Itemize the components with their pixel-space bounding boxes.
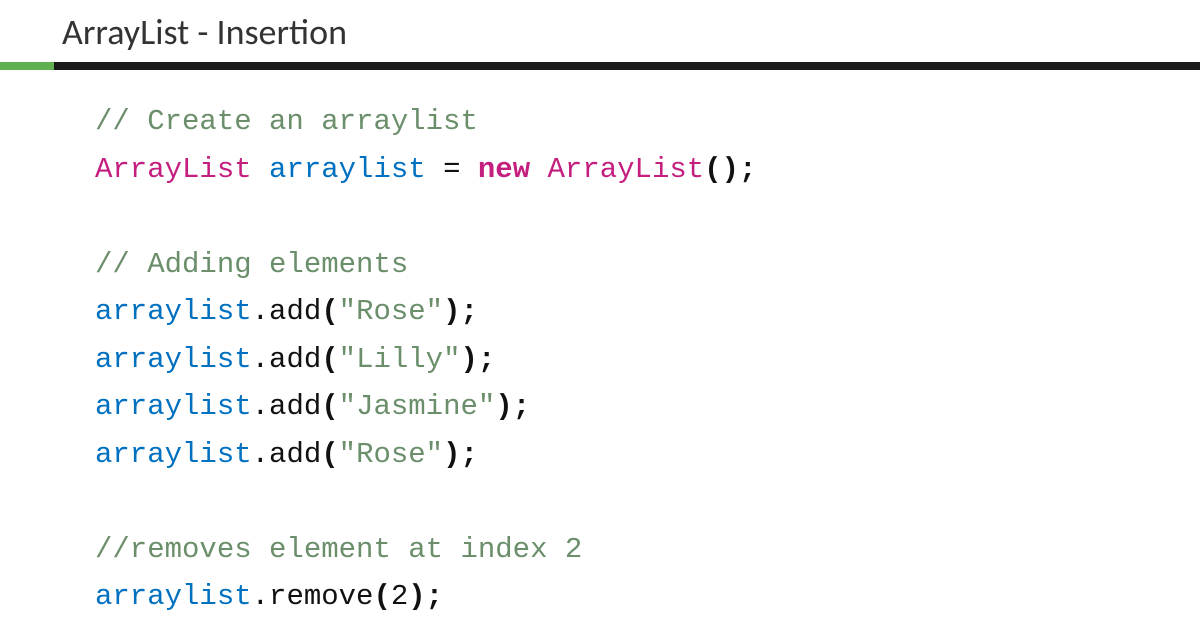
accent-bar: [0, 62, 54, 70]
code-line-comment: //removes element at index 2: [95, 526, 1200, 574]
code-line-remove: arraylist.remove(2);: [95, 573, 1200, 621]
variable-token: arraylist: [95, 580, 252, 613]
punct-token: (: [321, 438, 338, 471]
method-token: add: [269, 438, 321, 471]
dot-token: .: [252, 343, 269, 376]
variable-token: arraylist: [269, 153, 426, 186]
variable-token: arraylist: [95, 390, 252, 423]
comment-text: // Adding elements: [95, 248, 408, 281]
punct-token: );: [461, 343, 496, 376]
code-line-add: arraylist.add("Rose");: [95, 431, 1200, 479]
keyword-token: new: [478, 153, 530, 186]
variable-token: arraylist: [95, 295, 252, 328]
string-token: "Lilly": [339, 343, 461, 376]
variable-token: arraylist: [95, 438, 252, 471]
code-line-comment: // Create an arraylist: [95, 98, 1200, 146]
dot-token: .: [252, 580, 269, 613]
code-line-comment: // Adding elements: [95, 241, 1200, 289]
equals-token: =: [426, 153, 478, 186]
type-token: ArrayList: [548, 153, 705, 186]
punct-token: );: [495, 390, 530, 423]
code-line-add: arraylist.add("Lilly");: [95, 336, 1200, 384]
dark-bar: [54, 62, 1200, 70]
dot-token: .: [252, 390, 269, 423]
title-divider: [0, 62, 1200, 70]
string-token: "Jasmine": [339, 390, 496, 423]
punct-token: ();: [704, 153, 756, 186]
punct-token: );: [443, 438, 478, 471]
punct-token: (: [321, 343, 338, 376]
type-token: ArrayList: [95, 153, 252, 186]
method-token: add: [269, 390, 321, 423]
code-line-add: arraylist.add("Jasmine");: [95, 383, 1200, 431]
slide-title: ArrayList - Insertion: [0, 0, 1200, 62]
punct-token: );: [443, 295, 478, 328]
punct-token: );: [408, 580, 443, 613]
punct-token: (: [321, 390, 338, 423]
blank-line: [95, 193, 1200, 241]
blank-line: [95, 478, 1200, 526]
variable-token: arraylist: [95, 343, 252, 376]
method-token: add: [269, 295, 321, 328]
code-line-declaration: ArrayList arraylist = new ArrayList();: [95, 146, 1200, 194]
space-token: [530, 153, 547, 186]
string-token: "Rose": [339, 295, 443, 328]
code-block: // Create an arraylist ArrayList arrayli…: [0, 70, 1200, 621]
number-token: 2: [391, 580, 408, 613]
method-token: add: [269, 343, 321, 376]
punct-token: (: [373, 580, 390, 613]
comment-text: //removes element at index 2: [95, 533, 582, 566]
dot-token: .: [252, 438, 269, 471]
comment-text: // Create an arraylist: [95, 105, 478, 138]
dot-token: .: [252, 295, 269, 328]
space-token: [252, 153, 269, 186]
code-line-add: arraylist.add("Rose");: [95, 288, 1200, 336]
punct-token: (: [321, 295, 338, 328]
method-token: remove: [269, 580, 373, 613]
string-token: "Rose": [339, 438, 443, 471]
